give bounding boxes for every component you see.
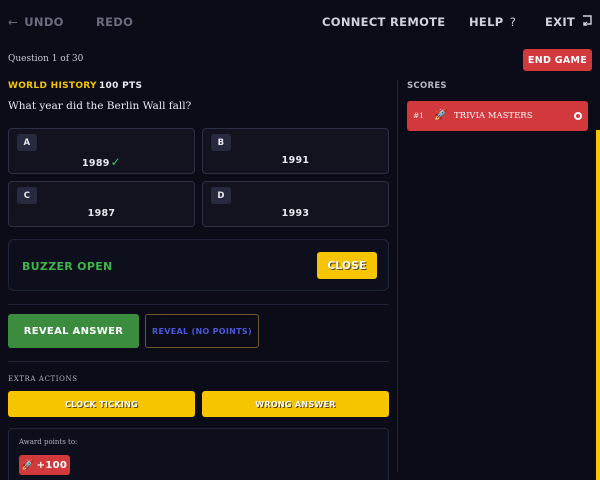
answer-letter: D: [211, 187, 231, 204]
help-button[interactable]: HELP ?: [469, 15, 518, 29]
redo-button[interactable]: REDO: [96, 15, 133, 29]
team-name: TRIVIA MASTERS: [454, 111, 533, 121]
answer-value: 1993: [281, 208, 310, 219]
answer-card-b[interactable]: B 1991: [202, 128, 389, 174]
points-label: 100 PTS: [99, 81, 143, 91]
answer-card-a[interactable]: A 1989✓: [8, 128, 195, 174]
reveal-answer-button[interactable]: REVEAL ANSWER: [8, 314, 139, 348]
question-counter: Question 1 of 30: [8, 54, 84, 64]
exit-button[interactable]: EXIT: [545, 15, 595, 29]
wrong-answer-button[interactable]: WRONG ANSWER: [202, 391, 389, 417]
answer-letter: A: [17, 134, 37, 151]
undo-button[interactable]: ← UNDO: [6, 15, 64, 29]
answer-card-c[interactable]: C 1987: [8, 181, 195, 227]
scores-heading: SCORES: [407, 81, 447, 91]
answer-card-d[interactable]: D 1993: [202, 181, 389, 227]
connect-remote-button[interactable]: CONNECT REMOTE: [322, 15, 445, 29]
divider: [8, 304, 389, 305]
answer-value: 1991: [281, 155, 310, 166]
question-mark-icon: ?: [509, 15, 517, 29]
award-points-value: +100: [36, 459, 68, 471]
divider: [8, 361, 389, 362]
close-buzzer-button[interactable]: CLOSE: [317, 252, 377, 279]
exit-icon: [581, 15, 593, 29]
scrollbar[interactable]: [596, 130, 600, 480]
category-label: WORLD HISTORY: [8, 81, 97, 91]
help-label: HELP: [469, 15, 504, 29]
arrow-left-icon: ←: [8, 15, 18, 29]
extra-actions-label: EXTRA ACTIONS: [8, 375, 78, 383]
answer-letter: B: [211, 134, 231, 151]
checkmark-icon: ✓: [110, 155, 121, 169]
buzzer-status: BUZZER OPEN: [22, 260, 113, 273]
rocket-icon: 🚀: [434, 109, 448, 121]
buzzer-panel: BUZZER OPEN CLOSE: [8, 239, 389, 291]
question-text: What year did the Berlin Wall fall?: [8, 100, 192, 112]
rocket-icon: 🚀: [21, 459, 35, 471]
team-rank: #1: [413, 111, 425, 120]
exit-label: EXIT: [545, 15, 576, 29]
answer-letter: C: [17, 187, 37, 204]
award-points-label: Award points to:: [19, 438, 78, 446]
answer-value: 1987: [87, 208, 116, 219]
reveal-no-points-button[interactable]: REVEAL (NO POINTS): [145, 314, 259, 348]
connect-remote-label: CONNECT REMOTE: [322, 15, 446, 29]
redo-label: REDO: [96, 15, 134, 29]
undo-label: UNDO: [24, 15, 64, 29]
clock-ticking-button[interactable]: CLOCK TICKING: [8, 391, 195, 417]
top-toolbar: ← UNDO REDO CONNECT REMOTE HELP ? EXIT: [0, 0, 600, 44]
team-score-row[interactable]: #1 🚀 TRIVIA MASTERS: [407, 101, 588, 131]
panel-separator: [397, 80, 398, 472]
end-game-button[interactable]: END GAME: [523, 49, 592, 71]
award-points-panel: Award points to: 🚀 +100: [8, 428, 389, 480]
award-points-button[interactable]: 🚀 +100: [19, 455, 70, 475]
answer-value-text: 1989: [82, 158, 110, 169]
answer-value: 1989✓: [9, 155, 194, 169]
team-status-dot-icon: [574, 112, 582, 120]
